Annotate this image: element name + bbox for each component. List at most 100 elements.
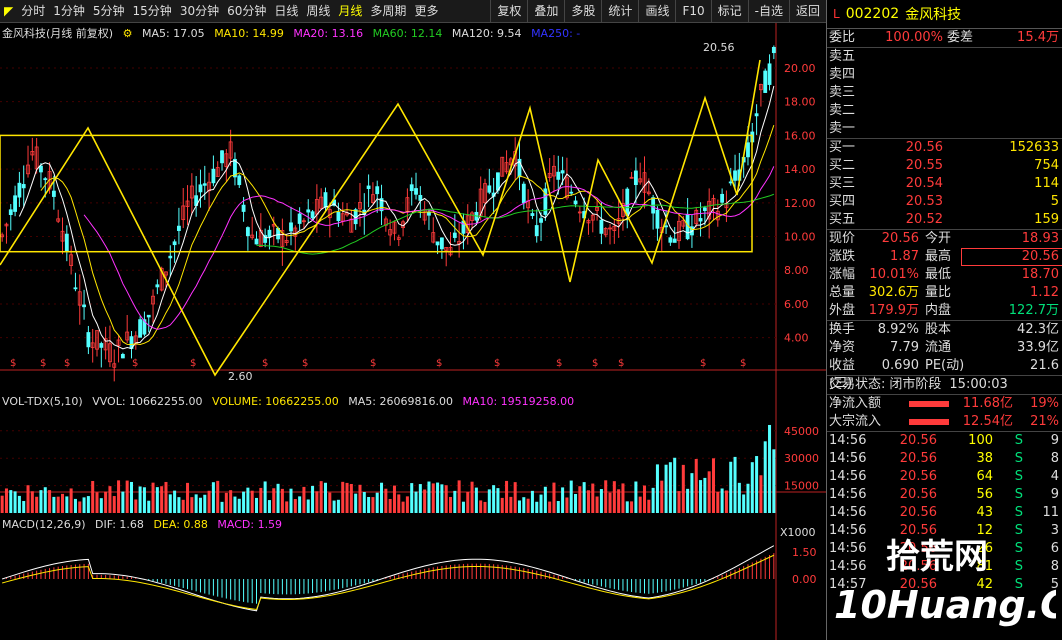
vol-bar (112, 496, 116, 513)
vol-bar (311, 485, 315, 513)
vol-bar (772, 449, 776, 513)
stat-value: 302.6万 (868, 285, 919, 300)
settings-icon[interactable]: ⚙ (123, 27, 133, 40)
macd-tick: 1.50 (792, 546, 817, 559)
flow-bar (909, 419, 949, 425)
tick-row[interactable]: 14:56 20.56 38 S 8 (827, 450, 1062, 468)
tool-button-2[interactable]: 多股 (564, 0, 601, 22)
vol-bar (431, 483, 435, 513)
vol-bar (302, 486, 306, 513)
candle-body (336, 211, 341, 222)
period-tab-8[interactable]: 月线 (334, 0, 366, 22)
tick-count: 5 (1050, 577, 1059, 592)
tool-button-7[interactable]: -自选 (747, 0, 789, 22)
vol-bar (160, 486, 164, 513)
vol-bar (474, 487, 478, 513)
stat-label: 净资 (829, 340, 856, 355)
vol-bar (414, 491, 418, 513)
tick-row[interactable]: 14:56 20.56 56 S 9 (827, 486, 1062, 504)
vol-bar (401, 501, 405, 513)
high-label: 20.56 (703, 41, 735, 54)
candle-body (120, 353, 125, 359)
ask-label: 卖三 (829, 85, 856, 100)
stat-label-2: 最低 (925, 267, 952, 282)
vol-bar (65, 496, 69, 513)
tick-list[interactable]: 14:56 20.56 100 S 9 14:56 20.56 38 S 8 14:56 20.56 6… (827, 432, 1062, 594)
dividend-marker: $ (190, 358, 196, 369)
stat-label-2: 量比 (925, 285, 952, 300)
candle-body (496, 172, 500, 191)
price-tick: 8.00 (784, 264, 809, 277)
tool-button-0[interactable]: 复权 (490, 0, 527, 22)
candle-body (138, 319, 143, 338)
tick-row[interactable]: 14:56 20.56 12 S 3 (827, 522, 1062, 540)
vol-bar (43, 487, 47, 513)
period-tab-1[interactable]: 1分钟 (49, 0, 89, 22)
flow-bar (909, 401, 949, 407)
bid-vol: 159 (1034, 212, 1059, 227)
dividend-marker: $ (262, 358, 268, 369)
stat-value: 10.01% (869, 267, 919, 282)
tool-button-4[interactable]: 画线 (638, 0, 675, 22)
vol-bar (604, 480, 608, 513)
vol-bar (599, 489, 603, 513)
tick-side: S (1014, 433, 1023, 448)
tool-button-5[interactable]: F10 (675, 0, 710, 22)
candle-body (8, 209, 13, 216)
macd-dif: DIF: 1.68 (95, 518, 144, 531)
low-label: 2.60 (228, 370, 253, 383)
period-tab-9[interactable]: 多周期 (366, 0, 410, 22)
vol-bar (250, 490, 254, 513)
vol-bar (763, 441, 767, 513)
period-tab-5[interactable]: 60分钟 (223, 0, 270, 22)
dividend-marker: $ (302, 358, 308, 369)
candle-body (625, 188, 630, 216)
tool-button-8[interactable]: 返回 (788, 0, 826, 22)
period-tab-4[interactable]: 30分钟 (176, 0, 223, 22)
candle-body (220, 150, 224, 164)
menu-icon[interactable]: ◤ (0, 0, 17, 22)
stat-row: 涨幅 10.01% 最低 18.70 (827, 266, 1062, 284)
period-tab-6[interactable]: 日线 (270, 0, 302, 22)
tick-count: 8 (1050, 451, 1059, 466)
kline-chart[interactable]: 20.00 18.00 16.00 14.00 12.00 10.00 8.00 6.00 4.… (0, 23, 826, 640)
tick-row[interactable]: 14:56 20.56 64 S 4 (827, 468, 1062, 486)
candle-body (435, 241, 440, 246)
dividend-marker: $ (370, 358, 376, 369)
vol-tick: 30000 (784, 452, 819, 465)
vol-bar (729, 461, 733, 513)
vol-bar (440, 484, 444, 513)
vol-bar (259, 487, 263, 513)
flow-label: 大宗流入 (829, 414, 882, 429)
vol-tick: 45000 (784, 425, 819, 438)
tool-button-6[interactable]: 标记 (710, 0, 748, 22)
period-tab-2[interactable]: 5分钟 (89, 0, 129, 22)
tick-row[interactable]: 14:56 20.56 43 S 11 (827, 504, 1062, 522)
candle-body (254, 238, 259, 245)
stat-value-2: 20.56 (961, 248, 1062, 266)
tick-row[interactable]: 14:56 20.56 26 S 6 (827, 540, 1062, 558)
tool-button-1[interactable]: 叠加 (527, 0, 564, 22)
vol-bar (681, 464, 685, 513)
stat-row: 现价 20.56 今开 18.93 (827, 230, 1062, 248)
candle-body (521, 183, 526, 204)
bid-vol: 754 (1034, 158, 1059, 173)
fund-flows: 净流入额 11.68亿 19% 大宗流入 12.54亿 21% (827, 395, 1062, 431)
period-tab-10[interactable]: 更多 (410, 0, 442, 22)
vol-bar (418, 484, 422, 513)
tick-row[interactable]: 14:56 20.56 81 S 8 (827, 558, 1062, 576)
tick-row[interactable]: 14:57 20.56 42 S 5 (827, 576, 1062, 594)
quote-header: L 002202 金风科技 (827, 0, 1062, 29)
candle-body (73, 287, 78, 290)
tick-row[interactable]: 14:56 20.56 100 S 9 (827, 432, 1062, 450)
dividend-marker: $ (618, 358, 624, 369)
period-tab-0[interactable]: 分时 (17, 0, 49, 22)
vol-bar (203, 494, 207, 513)
vol-bar (0, 495, 4, 513)
tool-button-3[interactable]: 统计 (601, 0, 638, 22)
vol-bar (388, 498, 392, 513)
period-tab-7[interactable]: 周线 (302, 0, 334, 22)
period-tab-3[interactable]: 15分钟 (129, 0, 176, 22)
candle-body (17, 182, 22, 198)
candle-body (306, 209, 311, 213)
